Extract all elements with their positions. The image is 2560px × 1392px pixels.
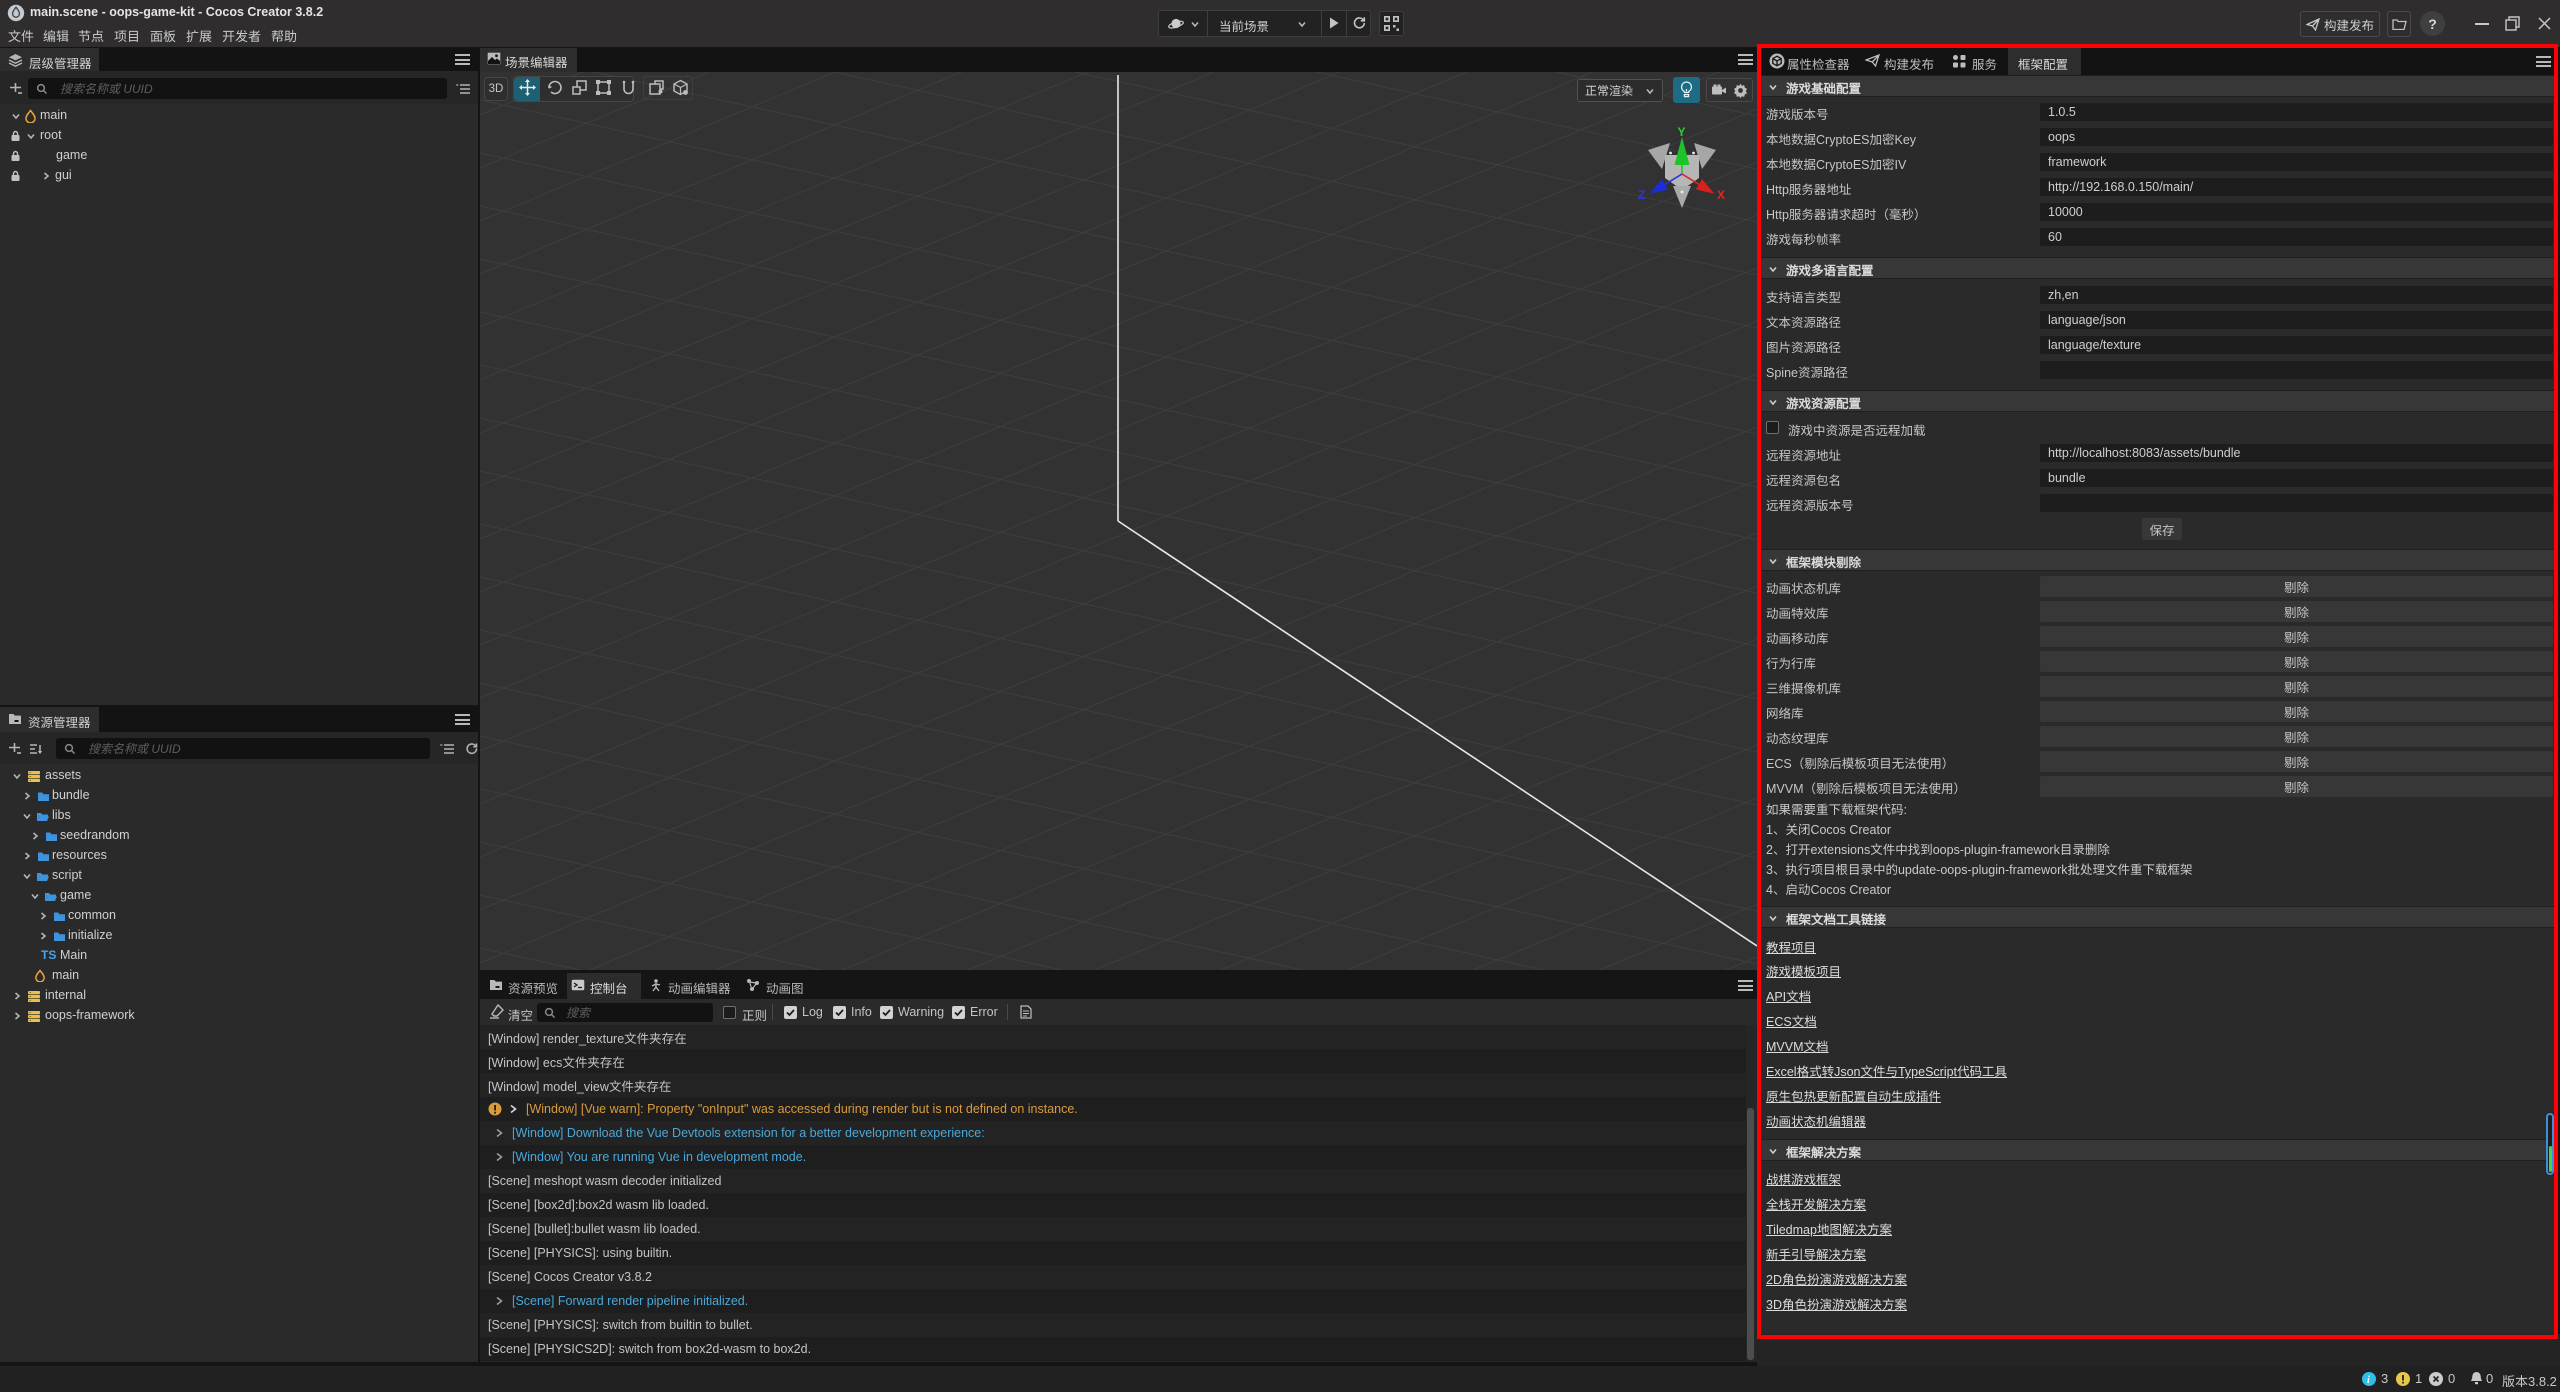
svg-text:X: X: [1717, 188, 1725, 202]
svg-text:Y: Y: [1678, 126, 1686, 139]
svg-text:Z: Z: [1638, 188, 1645, 202]
svg-text:i: i: [2367, 1375, 2370, 1386]
